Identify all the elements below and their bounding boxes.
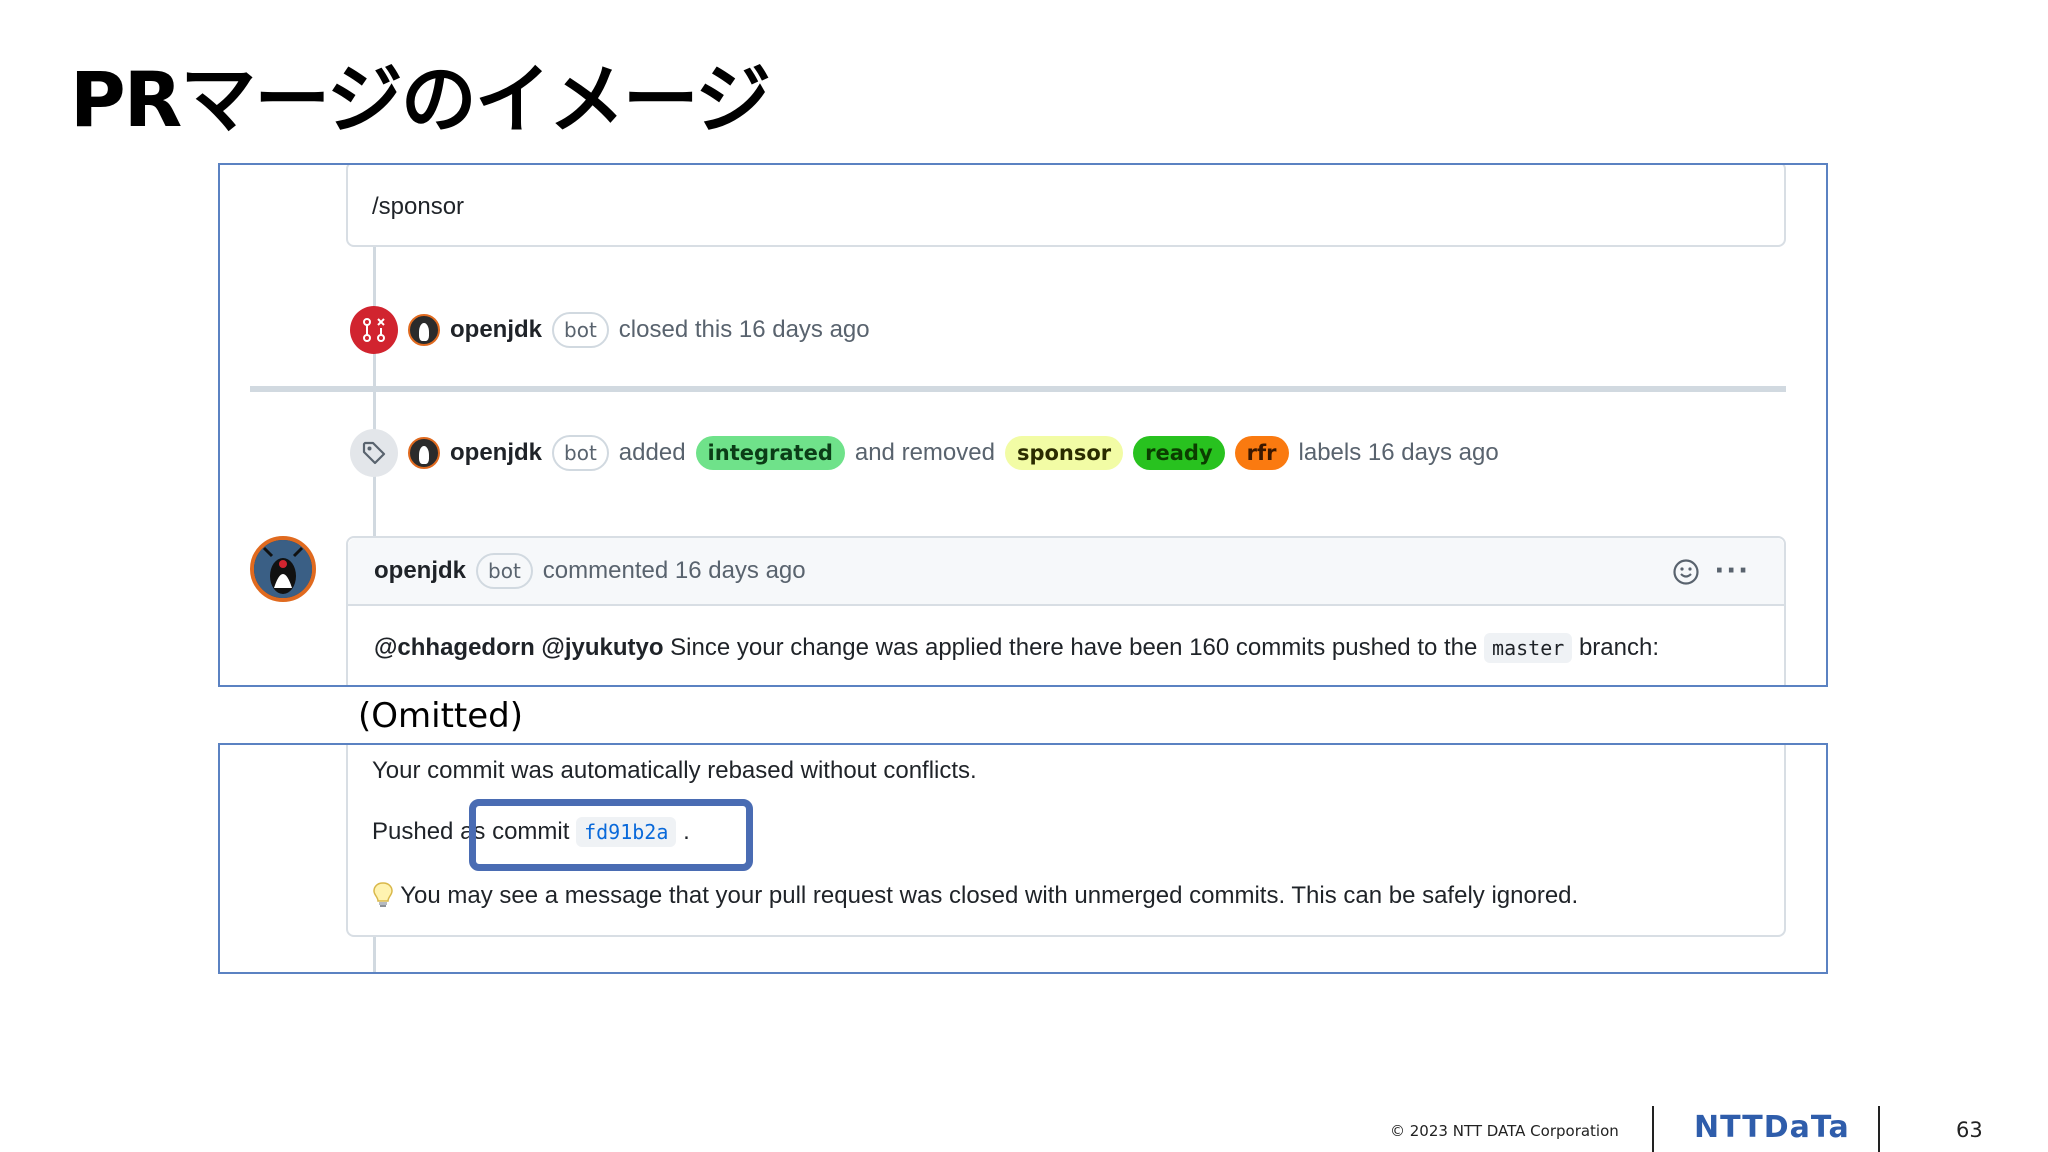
comment-body: @chhagedorn @jyukutyo Since your change … [374,633,1660,663]
comment-card-continued: Your commit was automatically rebased wi… [346,745,1786,937]
labels-suffix: labels 16 days ago [1298,439,1499,466]
tip-line: You may see a message that your pull req… [372,881,1578,910]
pushed-commit-highlight [469,799,753,871]
comment-header: openjdk bot commented 16 days ago ··· [348,538,1784,606]
bot-badge: bot [552,435,609,471]
openjdk-avatar[interactable] [408,314,440,346]
closed-event: openjdk bot closed this 16 days ago [350,304,870,356]
slide-title: PRマージのイメージ [70,55,771,144]
footer-separator [1878,1106,1880,1152]
screenshot-frame-bottom: Your commit was automatically rebased wi… [218,743,1828,974]
emoji-reaction-icon[interactable] [1672,558,1700,590]
tip-text: You may see a message that your pull req… [400,882,1579,909]
comment-text-end: branch: [1578,634,1660,661]
label-event: openjdk bot added integrated and removed… [350,427,1499,479]
page-number: 63 [1956,1118,1983,1142]
lightbulb-icon [372,882,400,909]
event-user-link[interactable]: openjdk [450,316,542,344]
footer-copyright: © 2023 NTT DATA Corporation [1390,1122,1619,1140]
sponsor-comment-card: /sponsor [346,165,1786,247]
footer-separator [1652,1106,1654,1152]
bot-badge: bot [552,312,609,348]
added-text: added [618,439,686,466]
rebased-text: Your commit was automatically rebased wi… [372,757,977,784]
openjdk-avatar[interactable] [408,437,440,469]
timeline-divider [250,386,1786,392]
comment-mentions[interactable]: @chhagedorn @jyukutyo [374,634,664,661]
label-rfr[interactable]: rfr [1234,436,1289,470]
more-options-icon[interactable]: ··· [1714,556,1750,586]
sponsor-comment-text: /sponsor [372,193,465,220]
comment-timestamp[interactable]: commented 16 days ago [543,557,806,585]
ntt-data-logo: NTTDaTa [1694,1110,1850,1145]
closed-event-text: closed this 16 days ago [618,316,870,343]
removed-text: and removed [854,439,995,466]
omitted-note: (Omitted) [358,696,524,736]
pr-closed-icon [350,306,398,354]
tag-icon [350,429,398,477]
timeline-line [373,935,376,972]
branch-name: master [1484,633,1573,663]
label-ready[interactable]: ready [1133,436,1225,470]
label-integrated[interactable]: integrated [695,436,845,470]
comment-author-link[interactable]: openjdk [374,557,466,585]
comment-card: openjdk bot commented 16 days ago ··· @c… [346,536,1786,685]
screenshot-frame-top: /sponsor openjdk bot closed this 16 days… [218,163,1828,687]
comment-text: Since your change was applied there have… [670,634,1478,661]
label-sponsor[interactable]: sponsor [1004,436,1124,470]
bot-badge: bot [476,553,533,589]
event-user-link[interactable]: openjdk [450,439,542,467]
commenter-avatar[interactable] [250,536,316,602]
